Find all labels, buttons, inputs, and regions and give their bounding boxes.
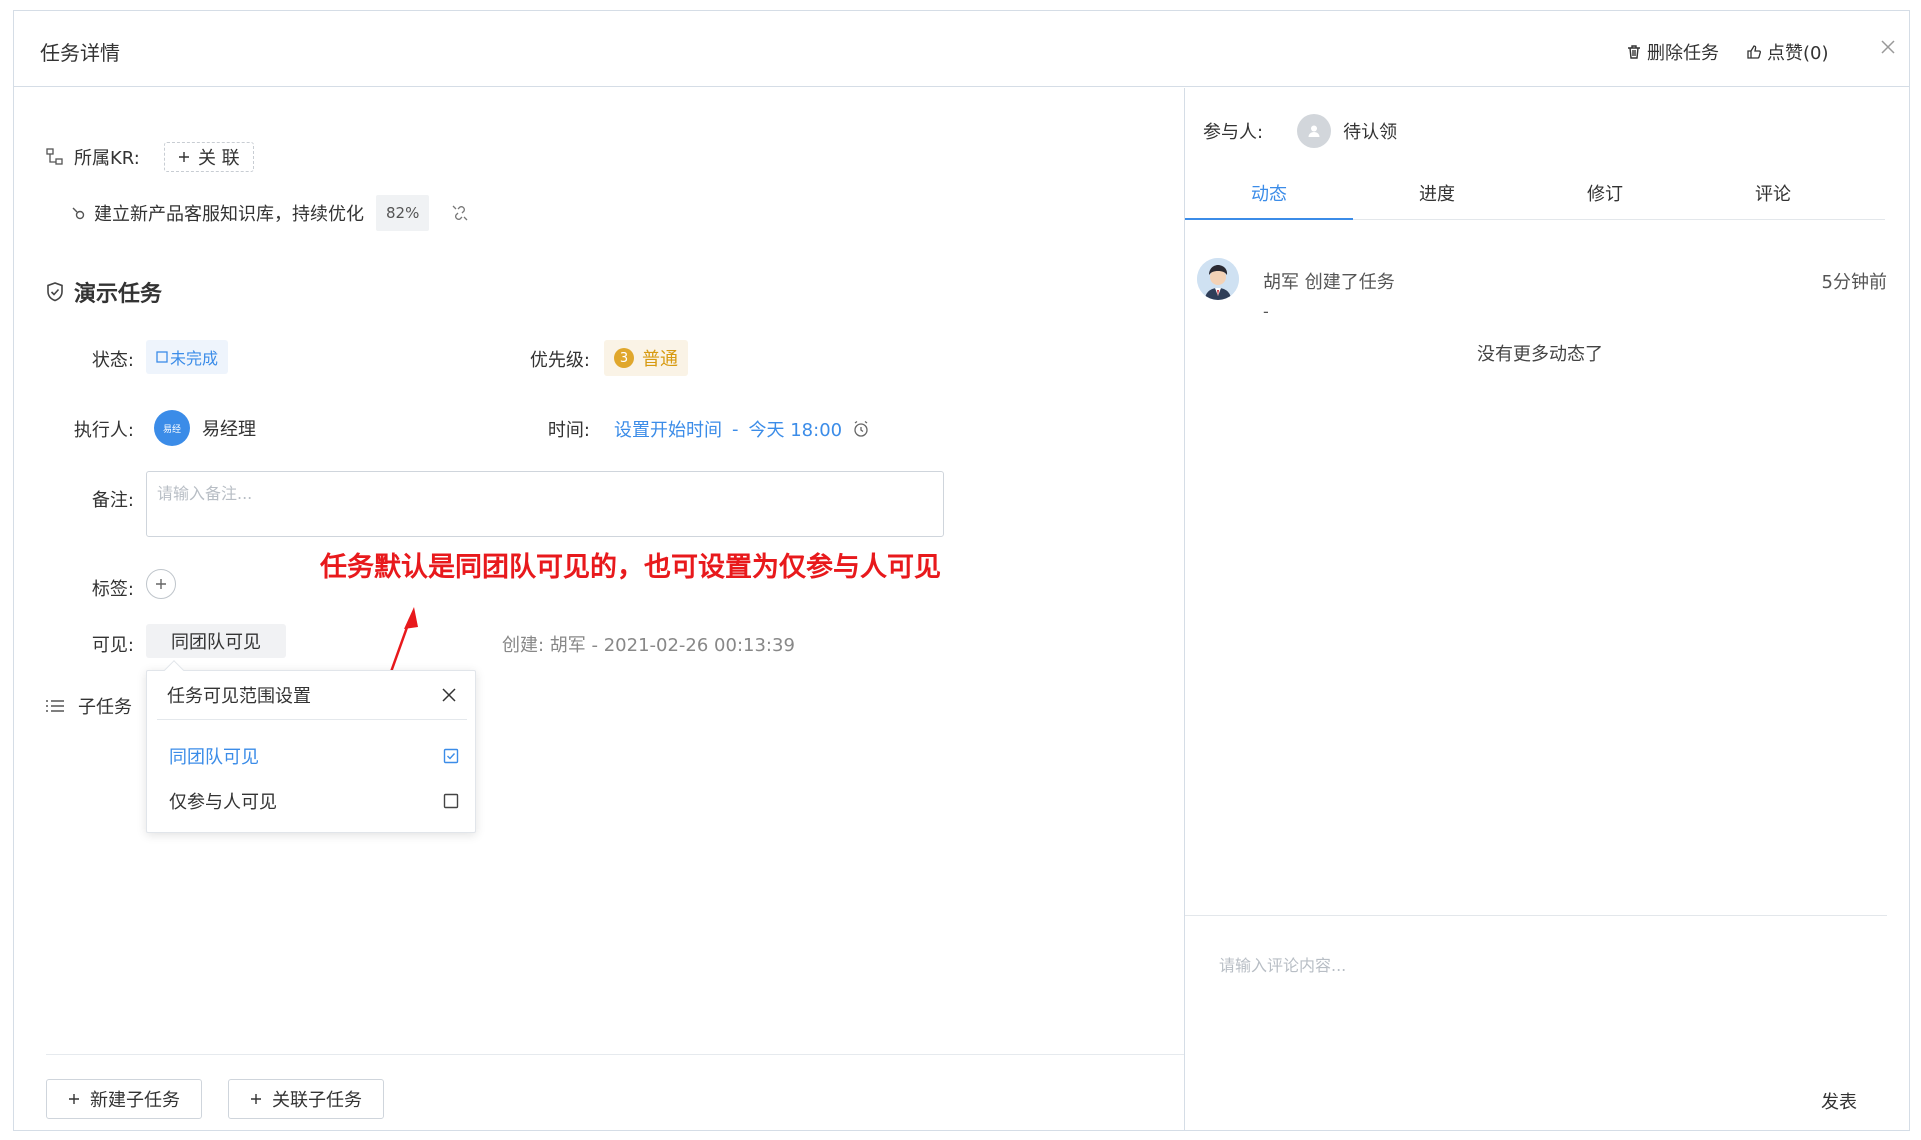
delete-task-label: 删除任务 — [1647, 43, 1719, 64]
popup-header: 任务可见范围设置 — [157, 671, 467, 720]
priority-label: 优先级: — [529, 350, 590, 371]
participant-name[interactable]: 待认领 — [1343, 118, 1397, 144]
comment-placeholder: 请输入评论内容... — [1219, 956, 1347, 975]
no-more-activity: 没有更多动态了 — [1477, 344, 1603, 365]
tab-revisions[interactable]: 修订 — [1521, 174, 1689, 219]
link-kr-label: 关 联 — [197, 148, 240, 169]
tag-label: 标签: — [91, 579, 134, 600]
kr-progress: 82% — [376, 195, 430, 231]
task-title-row: 演示任务 — [46, 276, 162, 308]
user-icon — [1308, 125, 1320, 137]
option-label: 仅参与人可见 — [169, 792, 277, 813]
priority-badge[interactable]: 3 普通 — [604, 340, 688, 376]
task-title[interactable]: 演示任务 — [74, 276, 162, 308]
tab-comments[interactable]: 评论 — [1689, 174, 1857, 219]
tab-progress[interactable]: 进度 — [1353, 174, 1521, 219]
subtask-header: 子任务 — [46, 693, 132, 719]
activity-text: 胡军 创建了任务 — [1263, 272, 1395, 293]
kr-label: 所属KR: — [74, 148, 140, 169]
task-main: 所属KR: 关 联 建立新产品客服知识库，持续优化 82% 演示任务 状态: 未… — [14, 88, 1184, 1131]
activity-detail: - — [1263, 302, 1269, 321]
note-placeholder: 请输入备注... — [157, 484, 253, 503]
close-icon — [1881, 40, 1895, 54]
annotation-text: 任务默认是同团队可见的，也可设置为仅参与人可见 — [320, 552, 941, 583]
close-icon[interactable] — [441, 687, 457, 703]
visibility-popup: 任务可见范围设置 同团队可见 仅参与人可见 — [146, 660, 476, 833]
task-detail-panel: 任务详情 删除任务 点赞(0) 所属KR: 关 联 建立新产品客服知识库，持续优… — [13, 10, 1910, 1131]
kr-item[interactable]: 建立新产品客服知识库，持续优化 82% — [70, 195, 469, 231]
shield-check-icon — [47, 282, 63, 302]
key-result-icon — [72, 207, 85, 220]
visibility-option-participants[interactable]: 仅参与人可见 — [169, 788, 459, 814]
kr-row: 所属KR: 关 联 — [46, 142, 254, 172]
assignee-name: 易经理 — [202, 419, 256, 440]
add-tag-button[interactable] — [146, 569, 176, 599]
assignee[interactable]: 易经 易经理 — [154, 410, 256, 446]
publish-button[interactable]: 发表 — [1821, 1088, 1857, 1114]
person-avatar-icon — [1197, 258, 1239, 300]
plus-icon — [156, 579, 166, 589]
activity-tabs: 动态 进度 修订 评论 — [1185, 174, 1885, 220]
list-icon — [46, 700, 64, 712]
checkbox-empty-icon[interactable] — [443, 793, 459, 809]
note-label: 备注: — [91, 490, 134, 511]
new-subtask-button[interactable]: 新建子任务 — [46, 1079, 202, 1119]
time-start[interactable]: 设置开始时间 — [614, 416, 722, 442]
time-separator: - — [732, 418, 739, 440]
subtask-label: 子任务 — [78, 697, 132, 718]
activity-time: 5分钟前 — [1821, 272, 1887, 293]
thumbs-up-icon — [1747, 45, 1761, 59]
trash-icon — [1628, 45, 1640, 59]
page-title: 任务详情 — [40, 41, 120, 65]
link-subtask-label: 关联子任务 — [272, 1090, 362, 1111]
kr-item-text: 建立新产品客服知识库，持续优化 — [94, 204, 364, 225]
time-end[interactable]: 今天 18:00 — [749, 416, 843, 442]
tab-activity[interactable]: 动态 — [1185, 174, 1353, 220]
plus-icon — [251, 1094, 261, 1104]
time-row: 设置开始时间 - 今天 18:00 — [614, 416, 870, 442]
visible-label: 可见: — [91, 635, 134, 656]
participants-row: 参与人: 待认领 — [1203, 114, 1397, 148]
new-subtask-label: 新建子任务 — [90, 1090, 180, 1111]
visibility-option-team[interactable]: 同团队可见 — [169, 743, 459, 769]
participant-avatar[interactable] — [1297, 114, 1332, 148]
status-label: 状态: — [91, 350, 134, 371]
link-kr-button[interactable]: 关 联 — [163, 142, 254, 172]
hierarchy-icon — [46, 148, 63, 165]
unlink-icon[interactable] — [451, 204, 469, 222]
checkbox-checked-icon[interactable] — [443, 748, 459, 764]
alarm-icon[interactable] — [852, 420, 870, 438]
option-label: 同团队可见 — [169, 747, 259, 768]
visibility-selector[interactable]: 同团队可见 — [146, 624, 286, 658]
participants-label: 参与人: — [1203, 122, 1264, 143]
delete-task-button[interactable]: 删除任务 — [1626, 39, 1719, 65]
status-value: 未完成 — [170, 349, 219, 368]
status-badge[interactable]: 未完成 — [146, 340, 229, 374]
priority-value: 普通 — [642, 349, 678, 370]
close-button[interactable] — [1874, 33, 1902, 61]
plus-icon — [178, 152, 189, 162]
checkbox-empty-icon — [156, 351, 168, 363]
assignee-avatar: 易经 — [154, 410, 190, 446]
activity-panel: 参与人: 待认领 动态 进度 修订 评论 胡军 创建了任务 5分钟前 - 没有更… — [1185, 88, 1910, 1131]
link-subtask-button[interactable]: 关联子任务 — [228, 1079, 384, 1119]
panel-header: 任务详情 删除任务 点赞(0) — [14, 11, 1909, 87]
plus-icon — [69, 1094, 79, 1104]
time-label: 时间: — [547, 420, 590, 441]
bottom-divider — [46, 1054, 1184, 1055]
popup-title: 任务可见范围设置 — [167, 686, 311, 707]
avatar — [1197, 258, 1239, 300]
assignee-label: 执行人: — [73, 420, 134, 441]
comment-area[interactable]: 请输入评论内容... 发表 — [1185, 915, 1887, 1131]
priority-number: 3 — [614, 348, 634, 368]
like-label: 点赞(0) — [1767, 43, 1829, 64]
created-info: 创建: 胡军 - 2021-02-26 00:13:39 — [502, 635, 795, 656]
like-button[interactable]: 点赞(0) — [1746, 39, 1829, 65]
note-input[interactable]: 请输入备注... — [146, 471, 944, 537]
